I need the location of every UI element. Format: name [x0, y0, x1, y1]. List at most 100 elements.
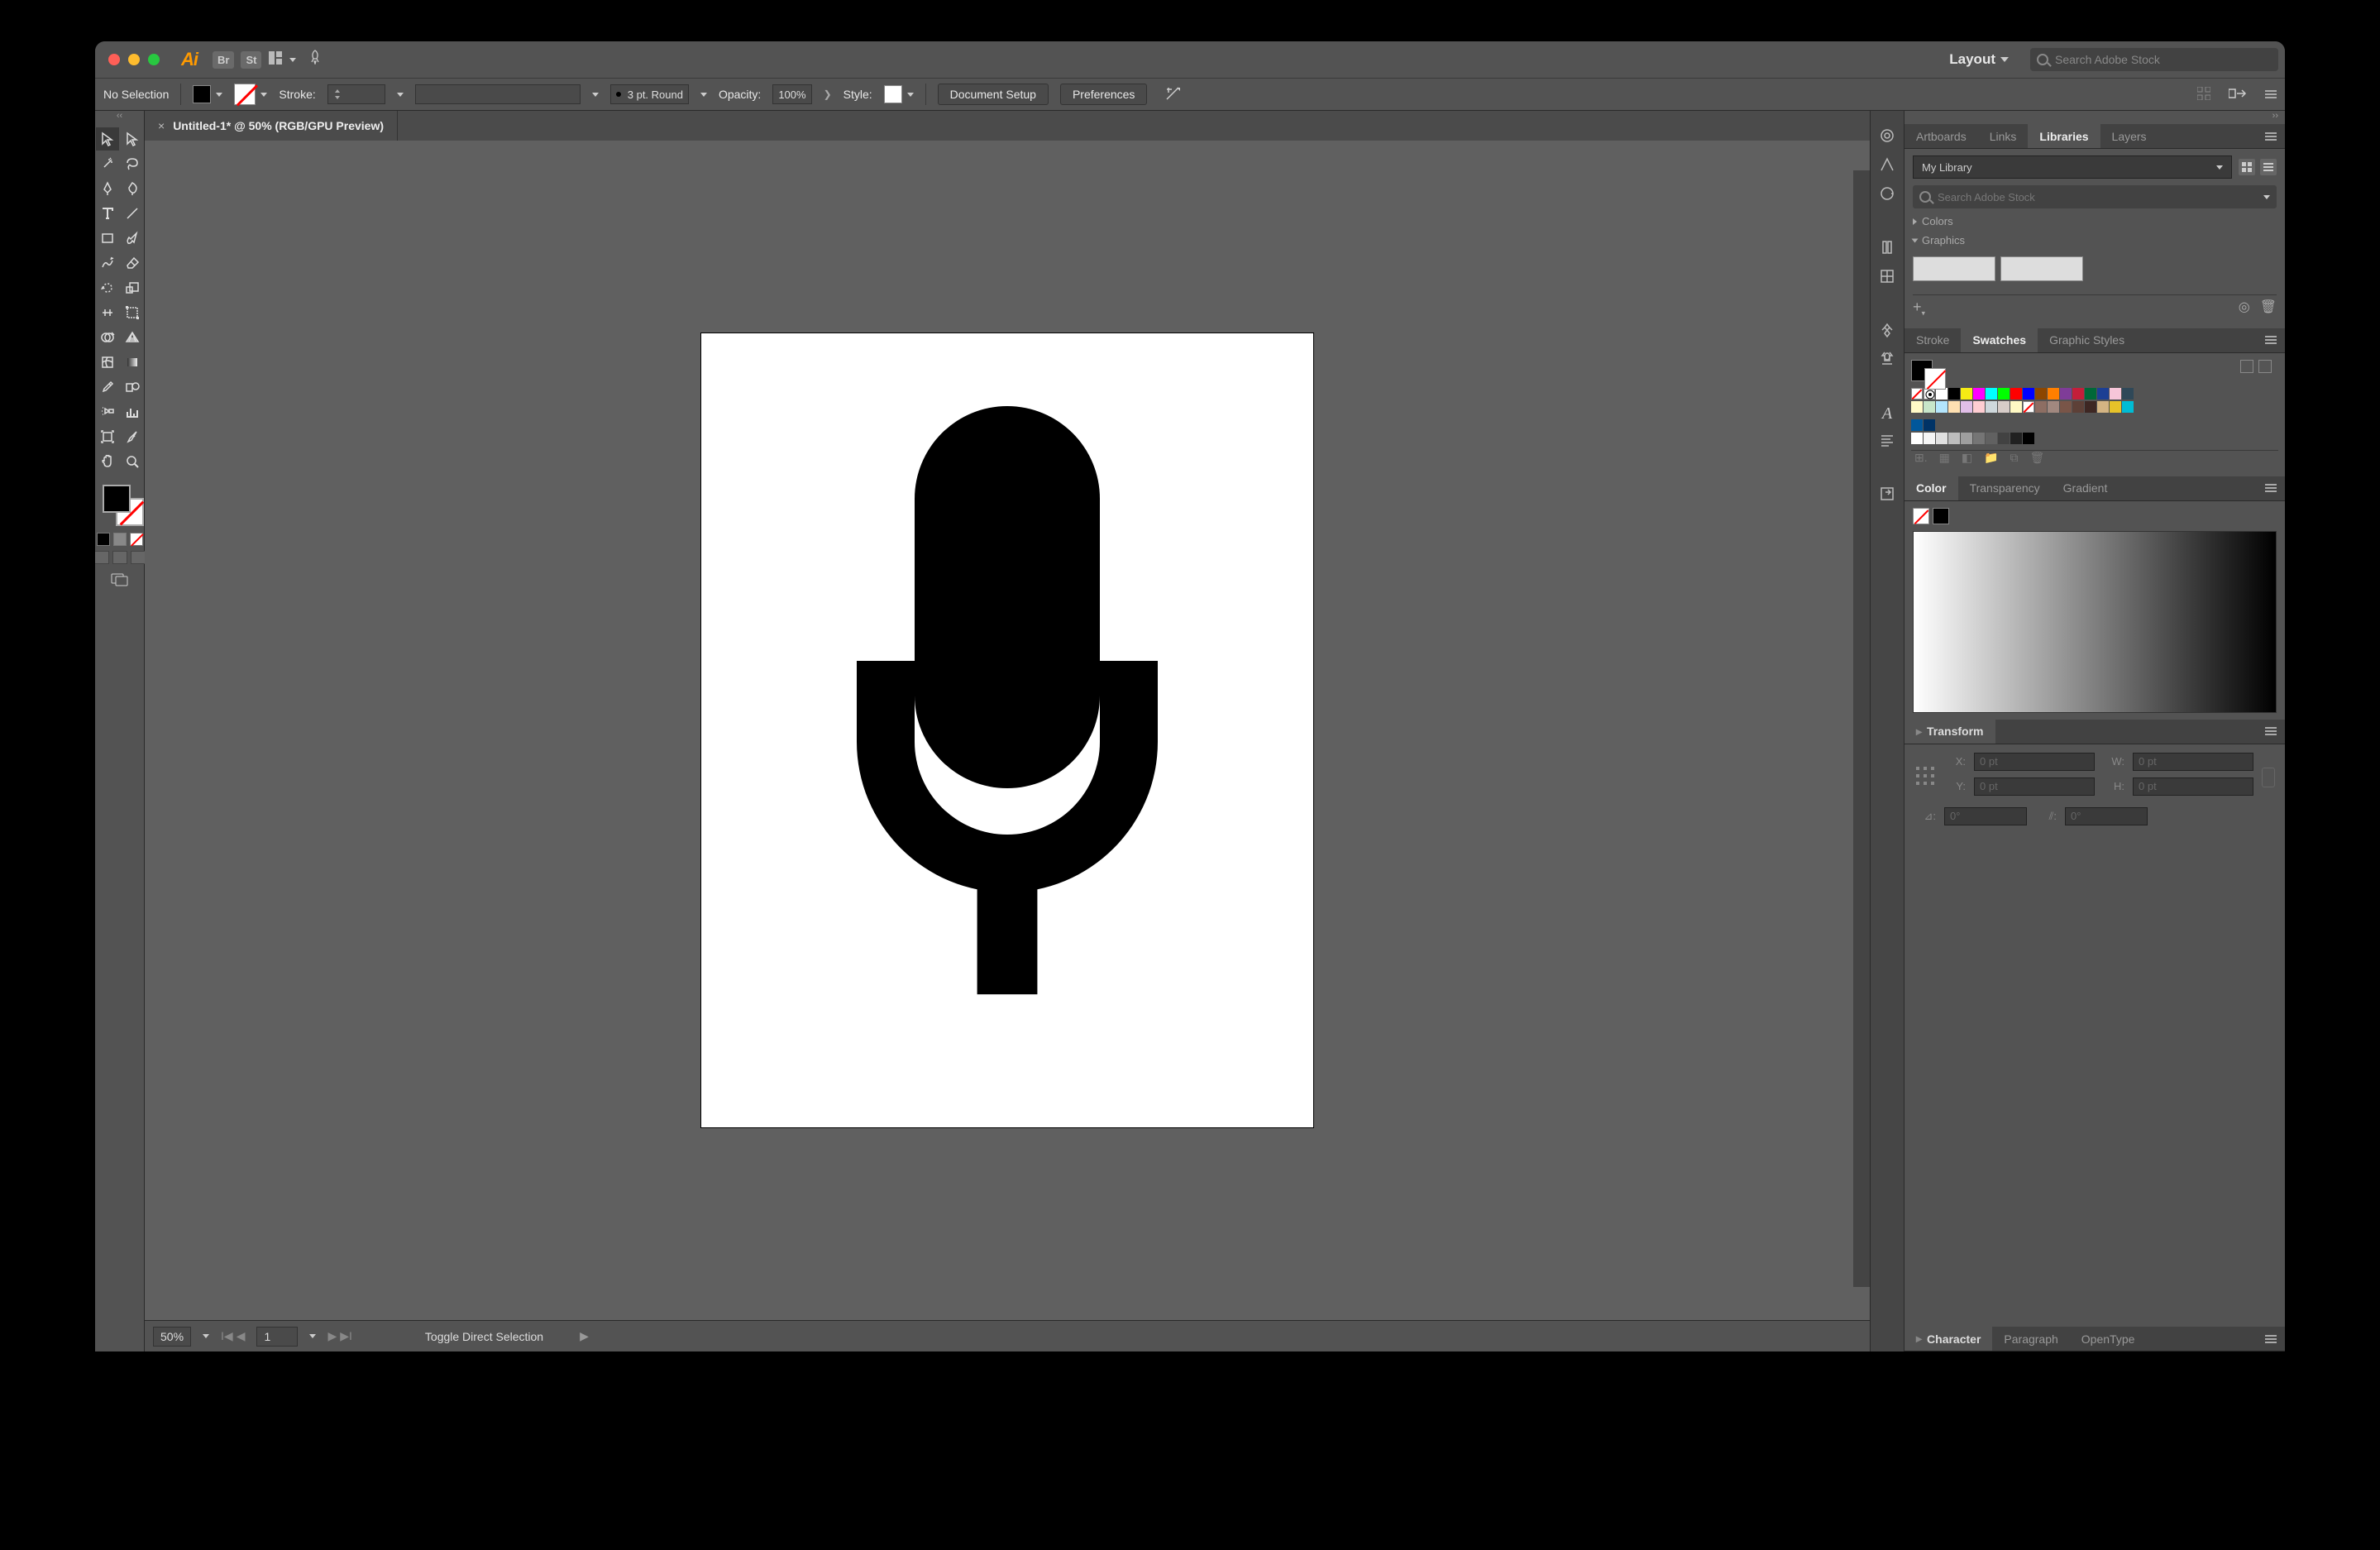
color-none-indicator[interactable] — [1913, 508, 1929, 524]
swatch-cell[interactable] — [2010, 433, 2022, 444]
tab-graphic-styles[interactable]: Graphic Styles — [2038, 328, 2136, 352]
tab-color[interactable]: Color — [1904, 476, 1958, 500]
first-artboard[interactable]: I◀ — [221, 1329, 233, 1343]
brush-dropdown[interactable] — [700, 93, 707, 97]
close-window[interactable] — [108, 54, 120, 65]
stroke-weight-dropdown[interactable] — [397, 93, 404, 97]
swatch-cell[interactable] — [2048, 401, 2059, 413]
tab-opentype[interactable]: OpenType — [2070, 1327, 2147, 1351]
swatch-cell[interactable] — [1961, 433, 1972, 444]
vertical-scrollbar[interactable] — [1853, 170, 1870, 1287]
swatch-cell[interactable] — [1998, 388, 2010, 399]
swatch-cell[interactable] — [1948, 433, 1960, 444]
swatch-cell[interactable] — [1998, 433, 2010, 444]
character-panel-icon[interactable]: A — [1882, 404, 1892, 423]
tab-character[interactable]: ▸Character — [1904, 1327, 1992, 1351]
stock-button[interactable]: St — [241, 51, 261, 69]
swatch-cell[interactable] — [2023, 433, 2034, 444]
artboard-dropdown[interactable] — [309, 1334, 316, 1338]
tab-transparency[interactable]: Transparency — [1958, 476, 2052, 500]
swatch-cell[interactable] — [2085, 401, 2096, 413]
paragraph-panel-icon[interactable] — [1879, 432, 1895, 452]
swatch-cell[interactable] — [2110, 401, 2121, 413]
rotate-tool[interactable] — [96, 276, 119, 299]
pathfinder-panel-icon[interactable] — [1879, 156, 1895, 177]
transform-panel-menu[interactable] — [2257, 720, 2285, 744]
rectangle-tool[interactable] — [96, 227, 119, 250]
lasso-tool[interactable] — [121, 152, 144, 175]
swatch-current-stroke[interactable] — [1924, 368, 1946, 390]
free-transform-tool[interactable] — [121, 301, 144, 324]
workspace-switcher[interactable]: Layout — [1934, 51, 2024, 68]
swatch-cell[interactable] — [1973, 401, 1985, 413]
preferences-button[interactable]: Preferences — [1060, 84, 1147, 105]
delete-swatch[interactable]: 🗑 — [2030, 451, 2045, 470]
swatch-cell[interactable] — [1924, 401, 1935, 413]
slice-tool[interactable] — [121, 425, 144, 448]
color-mode-gradient[interactable] — [113, 533, 127, 546]
library-section-colors[interactable]: Colors — [1913, 215, 2277, 227]
transform-shear-input[interactable]: 0° — [2065, 807, 2148, 825]
shaper-tool[interactable] — [96, 251, 119, 275]
scale-tool[interactable] — [121, 276, 144, 299]
stroke-color[interactable] — [234, 84, 267, 105]
library-grid-view[interactable] — [2239, 159, 2255, 175]
export-panel-icon[interactable] — [1879, 486, 1895, 506]
opacity-dropdown[interactable]: ❯ — [824, 89, 832, 100]
tab-paragraph[interactable]: Paragraph — [1992, 1327, 2069, 1351]
mesh-tool[interactable] — [96, 351, 119, 374]
transform-x-input[interactable]: 0 pt — [1974, 753, 2095, 771]
new-swatch[interactable]: ⧉ — [2010, 451, 2019, 470]
control-bar-menu[interactable] — [2265, 89, 2277, 100]
blend-tool[interactable] — [121, 376, 144, 399]
transform-h-input[interactable]: 0 pt — [2133, 777, 2253, 796]
fill-color[interactable] — [193, 85, 222, 103]
line-segment-tool[interactable] — [121, 202, 144, 225]
draw-normal[interactable] — [95, 551, 109, 564]
arrange-documents[interactable] — [268, 50, 283, 69]
constrain-proportions[interactable] — [2262, 768, 2275, 787]
reference-point-selector[interactable] — [1914, 765, 1936, 789]
swatch-options[interactable]: ◧ — [1962, 451, 1972, 470]
color-black-indicator[interactable] — [1933, 508, 1949, 524]
last-artboard[interactable]: ▶I — [340, 1329, 352, 1343]
draw-inside[interactable] — [131, 551, 146, 564]
close-tab-icon[interactable]: × — [158, 119, 165, 132]
selection-tool[interactable] — [96, 127, 119, 151]
graphic-style[interactable] — [884, 85, 914, 103]
library-cc-icon[interactable]: ◎ — [2239, 299, 2250, 318]
transform-y-input[interactable]: 0 pt — [1974, 777, 2095, 796]
swatch-cell[interactable] — [1948, 388, 1960, 399]
maximize-window[interactable] — [148, 54, 160, 65]
arrange-dropdown[interactable] — [289, 58, 296, 62]
hand-tool[interactable] — [96, 450, 119, 473]
grayscale-ramp[interactable] — [1913, 531, 2277, 713]
swatch-cell[interactable] — [2122, 388, 2134, 399]
canvas-stage[interactable] — [145, 141, 1870, 1320]
panels-collapse[interactable]: ›› — [1904, 111, 2285, 124]
column-graph-tool[interactable] — [121, 400, 144, 423]
swatch-cell[interactable] — [2060, 388, 2072, 399]
swatch-cell[interactable] — [2122, 401, 2134, 413]
swatch-cell[interactable] — [2060, 401, 2072, 413]
library-section-graphics[interactable]: Graphics — [1913, 234, 2277, 246]
stroke-width-input[interactable] — [327, 84, 385, 104]
variable-width-profile[interactable] — [415, 84, 581, 104]
tab-swatches[interactable]: Swatches — [1961, 328, 2038, 352]
zoom-level[interactable]: 50% — [153, 1327, 191, 1347]
eraser-tool[interactable] — [121, 251, 144, 275]
swatch-show-kinds[interactable]: ▦ — [1939, 451, 1950, 470]
bridge-button[interactable]: Br — [213, 51, 234, 69]
adobe-stock-search[interactable]: Search Adobe Stock — [2030, 48, 2278, 71]
swatch-cell[interactable] — [2097, 401, 2109, 413]
prev-artboard[interactable]: ◀ — [237, 1329, 246, 1343]
symbol-sprayer-tool[interactable] — [96, 400, 119, 423]
swatch-cell[interactable] — [2072, 401, 2084, 413]
symbols-panel-icon[interactable] — [1879, 268, 1895, 289]
swatch-cell[interactable] — [1924, 388, 1935, 399]
swatch-cell[interactable] — [1924, 419, 1935, 431]
color-mode-none[interactable] — [130, 533, 143, 546]
swatch-cell[interactable] — [1924, 433, 1935, 444]
align-to-button[interactable] — [1159, 84, 1187, 105]
swatch-cell[interactable] — [1936, 401, 1947, 413]
